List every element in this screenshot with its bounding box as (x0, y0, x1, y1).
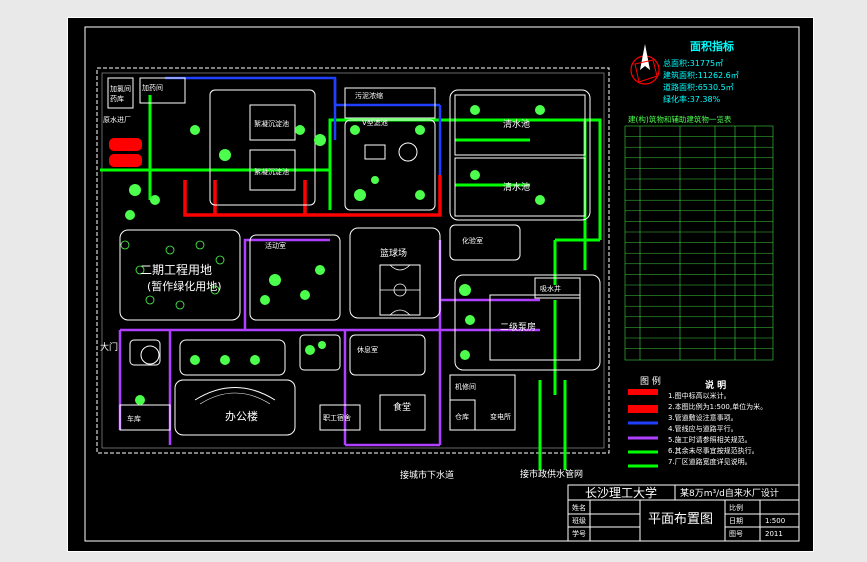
legend-note-item: 3.管道敷设注意事项。 (668, 413, 738, 422)
label-scale: 比例 (729, 503, 743, 512)
zone-canteen: 食堂 (393, 401, 411, 413)
north-arrow-icon (630, 44, 660, 85)
building-table-title: 建(构)筑物和辅助建筑物一览表 (628, 114, 732, 124)
project-name: 某8万m³/d自来水厂设计 (680, 487, 779, 499)
blue-pipes (165, 76, 442, 210)
zone-gym: 活动室 (265, 241, 286, 250)
basketball-court-lines (380, 264, 420, 316)
area-item-1: 总面积:31775㎡ (663, 58, 723, 68)
purple-pipes (118, 213, 540, 447)
drawing-title: 平面布置图 (648, 512, 713, 527)
label-city-water: 接市政供水管网 (520, 468, 583, 480)
legend-notes: 1.图中标高以米计。 2.本图比例为1:500,单位为米。 3.管道敷设注意事项。 4… (668, 391, 767, 466)
zone-entrance: 大门 (100, 341, 118, 353)
zone-phase2-sub: (暂作绿化用地) (147, 279, 222, 293)
zone-filter: V型滤池 (362, 118, 388, 127)
zone-lab: 化验室 (462, 236, 483, 245)
label-drawing-no: 图号 (729, 530, 743, 538)
label-class: 班级 (572, 516, 586, 525)
building-table-grid (624, 125, 774, 361)
tree-icon (125, 105, 545, 405)
pipe-legend-icon (628, 389, 658, 468)
storage-tank-2 (109, 154, 142, 167)
zone-dosing: 加药间 (142, 83, 163, 92)
zone-clear-water-1: 清水池 (503, 118, 530, 130)
scale-value: 1:500 (765, 517, 785, 525)
zone-chlorine: 加氯间 (110, 84, 131, 93)
zone-sed-2: 絮凝沉淀池 (254, 167, 289, 176)
red-pipes (183, 175, 442, 217)
area-index-title: 面积指标 (690, 39, 734, 53)
legend-note-item: 7.厂区道路宽度详见说明。 (668, 457, 752, 466)
zone-lounge: 休息室 (357, 345, 378, 354)
zone-sludge: 污泥浓缩 (355, 91, 383, 100)
year-value: 2011 (765, 530, 783, 538)
zone-dorm: 职工宿舍 (323, 413, 351, 422)
zone-pump-house: 二级泵房 (500, 321, 536, 333)
legend-note-item: 5.施工时请参照相关规范。 (668, 435, 752, 444)
zone-repair: 机修间 (455, 382, 476, 391)
zone-phase2: 二期工程用地 (140, 262, 212, 277)
site-plan-drawing: 面积指标 总面积:31775㎡ 建筑面积:11262.6㎡ 道路面积:6530.… (84, 26, 800, 542)
zone-clear-water-2: 清水池 (503, 181, 530, 193)
legend-title: 图 例 (640, 375, 661, 387)
zone-basketball: 篮球场 (380, 247, 407, 259)
zone-power: 变电所 (490, 412, 511, 421)
legend-note-item: 2.本图比例为1:500,单位为米。 (668, 402, 767, 411)
legend-note-item: 1.图中标高以米计。 (668, 391, 731, 400)
label-drain-out: 接城市下水道 (400, 469, 454, 481)
area-item-4: 绿化率:37.38% (663, 94, 721, 104)
zone-storage: 药库 (110, 94, 124, 103)
zone-pump-small: 吸水井 (540, 284, 561, 293)
area-item-2: 建筑面积:11262.6㎡ (663, 70, 739, 80)
legend-note-item: 6.其余未尽事宜按规范执行。 (668, 446, 759, 455)
label-date: 日期 (729, 517, 743, 525)
label-intake: 原水进厂 (103, 115, 131, 124)
legend-note-title: 说 明 (705, 379, 726, 391)
storage-tank-1 (109, 138, 142, 151)
label-id: 学号 (572, 529, 586, 538)
university-name: 长沙理工大学 (585, 485, 657, 500)
office-roof (194, 387, 276, 401)
area-item-3: 道路面积:6530.5㎡ (663, 82, 734, 92)
building-table-rows (625, 136, 773, 349)
legend-note-item: 4.管线应与道路平行。 (668, 424, 738, 433)
zone-sed: 絮凝沉淀池 (254, 119, 289, 128)
label-name: 姓名 (572, 503, 586, 512)
zone-office: 办公楼 (225, 409, 258, 423)
zone-warehouse: 仓库 (455, 412, 469, 421)
zone-garage: 车库 (127, 414, 141, 423)
